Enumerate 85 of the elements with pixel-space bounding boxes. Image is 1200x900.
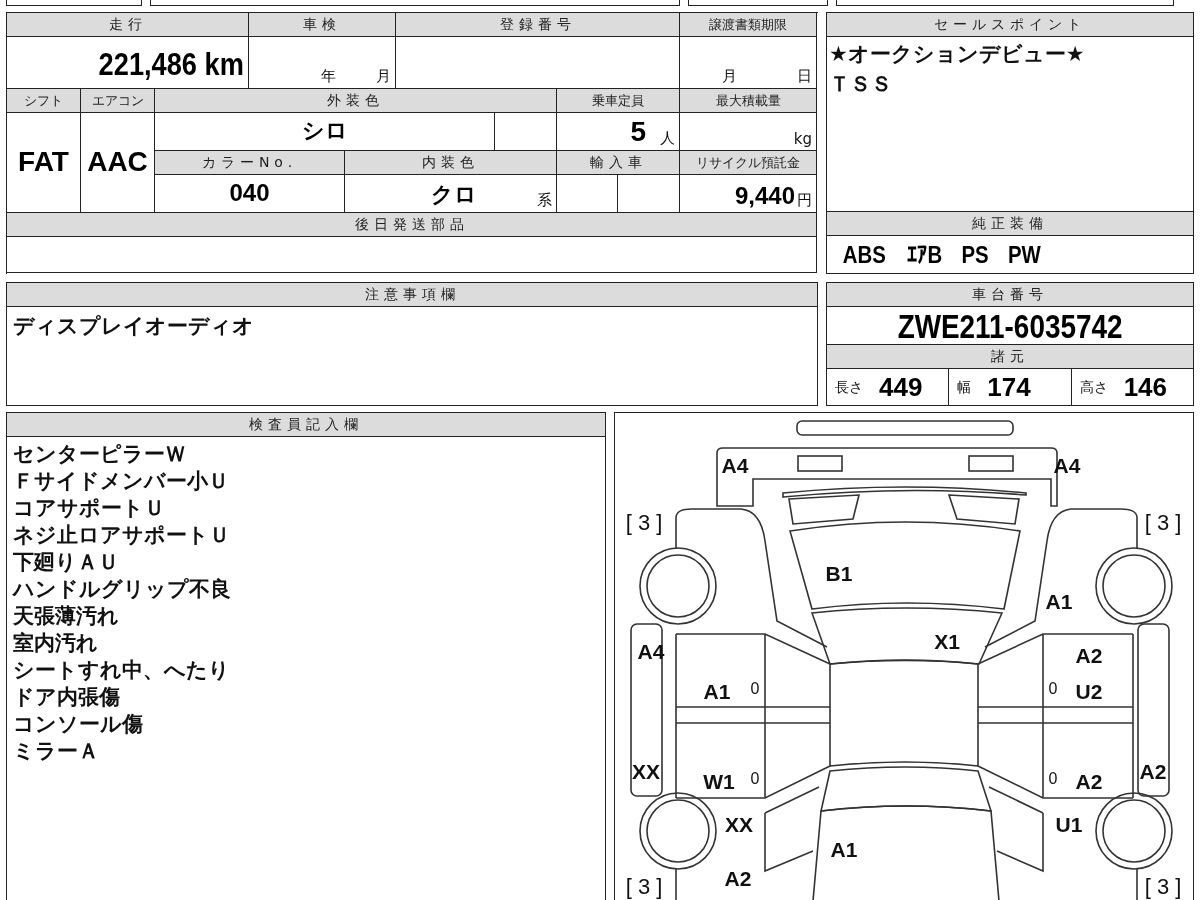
- damage-mark: 0: [750, 771, 760, 787]
- inspector-note: 天張薄汚れ: [13, 603, 120, 630]
- spec-value: 449: [879, 372, 923, 402]
- field-value: FAT: [18, 145, 69, 178]
- table-header: エアコン: [81, 89, 155, 113]
- field-unit: 月: [722, 67, 737, 86]
- sales-point-text: ＴＳＳ: [829, 71, 893, 98]
- field-unit: kg: [793, 130, 812, 148]
- inspector-note: ミラーＡ: [13, 738, 100, 765]
- field-unit: 年: [321, 67, 336, 86]
- table-header: 外装色: [155, 89, 557, 113]
- damage-mark: A2: [724, 867, 752, 889]
- inspector-note: ネジ止ロアサポートＵ: [13, 522, 231, 549]
- mileage-value: 221,486 km: [98, 45, 244, 84]
- equipment-item: PS: [961, 239, 989, 270]
- table-header: シフト: [7, 89, 81, 113]
- spec-value: 174: [987, 372, 1031, 402]
- equipment-item: PW: [1007, 239, 1041, 270]
- table-header: 後日発送部品: [7, 213, 817, 237]
- inspector-note: Ｆサイドメンバー小Ｕ: [13, 468, 230, 495]
- damage-mark: 0: [1048, 681, 1058, 697]
- inspector-note: ハンドルグリップ不良: [13, 576, 232, 603]
- field-value: シロ: [301, 116, 348, 145]
- damage-mark: A2: [1075, 770, 1103, 792]
- table-header: 車検: [249, 13, 396, 37]
- spec-label: 長さ: [835, 378, 863, 397]
- inspector-note: 室内汚れ: [13, 630, 99, 657]
- damage-mark: A1: [830, 838, 858, 860]
- table-header: 車台番号: [827, 283, 1193, 307]
- field-value: 5: [630, 116, 646, 148]
- table-header: 登録番号: [396, 13, 680, 37]
- tire-tread-mark: [ 3 ]: [1144, 512, 1182, 534]
- spec-value: 146: [1123, 372, 1168, 402]
- damage-mark: B1: [825, 562, 853, 584]
- equipment-item: ｴｱB: [906, 239, 942, 270]
- table-header: リサイクル預託金: [680, 151, 817, 175]
- inspector-note: センターピラーＷ: [13, 441, 187, 468]
- equipment-item: ABS: [842, 239, 886, 270]
- damage-mark: W1: [703, 770, 735, 792]
- table-header: 純正装備: [827, 212, 1193, 236]
- inspector-note: シートすれ中、へたり: [13, 657, 231, 684]
- inspector-note: 下廻りＡＵ: [13, 549, 120, 576]
- field-unit: 円: [797, 191, 812, 210]
- tire-tread-mark: [ 3 ]: [625, 876, 663, 898]
- sales-point-text: ★オークションデビュー★: [829, 41, 1086, 68]
- table-header: 最大積載量: [680, 89, 817, 113]
- table-header: 諸元: [827, 345, 1193, 369]
- inspector-note: コンソール傷: [13, 711, 144, 738]
- chassis-number: ZWE211-6035742: [897, 310, 1123, 341]
- notes-text: ディスプレイオーディオ: [13, 313, 255, 340]
- spec-label: 幅: [957, 378, 972, 397]
- inspector-note: ドア内張傷: [13, 684, 121, 711]
- field-value: クロ: [431, 181, 477, 209]
- table-header: 注意事項欄: [7, 283, 817, 307]
- field-unit: 人: [660, 129, 675, 148]
- table-header: カラーNo.: [155, 151, 345, 175]
- field-value: AAC: [87, 145, 148, 178]
- damage-mark: A2: [1075, 644, 1103, 666]
- table-header: 輸入車: [557, 151, 680, 175]
- inspector-note: コアサポートＵ: [13, 495, 166, 522]
- field-unit: 月: [376, 67, 391, 86]
- damage-mark: U1: [1055, 813, 1083, 835]
- table-header: 内装色: [345, 151, 557, 175]
- spec-label: 高さ: [1079, 378, 1108, 397]
- damage-mark: X1: [934, 630, 960, 652]
- field-value: 9,440: [734, 182, 795, 210]
- table-header: 検査員記入欄: [7, 413, 605, 437]
- damage-mark: 0: [1048, 771, 1058, 787]
- damage-mark: XX: [632, 760, 660, 782]
- damage-mark: A1: [1045, 590, 1073, 612]
- table-header: 走行: [7, 13, 249, 37]
- tire-tread-mark: [ 3 ]: [625, 512, 663, 534]
- table-header: セールスポイント: [827, 13, 1193, 37]
- field-value: 040: [229, 178, 270, 207]
- damage-mark: U2: [1075, 680, 1103, 702]
- damage-mark: A4: [721, 454, 749, 476]
- field-unit: 日: [797, 67, 812, 86]
- table-header: 乗車定員: [557, 89, 680, 113]
- damage-mark: 0: [750, 681, 760, 697]
- damage-mark: A1: [703, 680, 731, 702]
- damage-mark: XX: [725, 813, 753, 835]
- field-unit: 系: [537, 191, 552, 210]
- tire-tread-mark: [ 3 ]: [1144, 876, 1182, 898]
- damage-mark: A2: [1139, 760, 1167, 782]
- table-header: 譲渡書類期限: [680, 13, 817, 37]
